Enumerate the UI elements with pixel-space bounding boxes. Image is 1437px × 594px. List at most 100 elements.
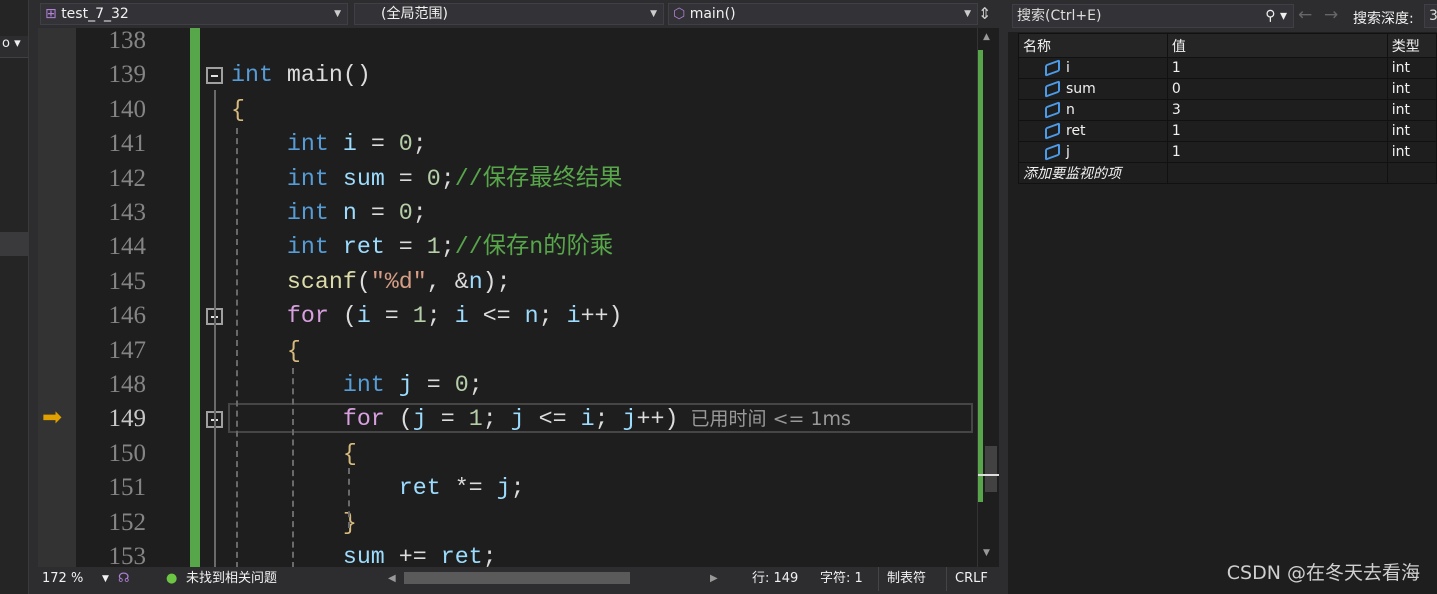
project-dropdown[interactable]: ⊞ test_7_32 ▼ xyxy=(40,3,348,25)
code-editor[interactable]: 138 139 int main() 140{141 int i = 0; 142 in… xyxy=(76,28,977,567)
code-token: int xyxy=(342,372,385,398)
watch-name[interactable]: sum xyxy=(1018,78,1168,100)
scope-dropdown[interactable]: (全局范围) ▼ xyxy=(354,3,664,25)
code-token: i xyxy=(580,406,595,433)
watch-row[interactable]: ret 1 int xyxy=(1018,120,1437,142)
code-token: for xyxy=(342,406,385,433)
code-token: = xyxy=(356,131,399,158)
code-token: ; xyxy=(538,303,567,330)
code-token: ; xyxy=(426,303,455,330)
watch-name[interactable]: i xyxy=(1018,57,1168,79)
column-value[interactable]: 值 xyxy=(1166,33,1388,58)
watch-value[interactable]: 3 xyxy=(1166,99,1388,121)
column-name[interactable]: 名称 xyxy=(1018,33,1168,58)
watch-toolbar: 搜索(Ctrl+E) ⚲ ▾ ← → 搜索深度: 3 xyxy=(1008,0,1437,32)
code-token: ; xyxy=(594,406,623,433)
code-line[interactable]: int ret = 1;//保存n的阶乘 xyxy=(231,230,613,264)
code-line[interactable]: int sum = 0;//保存最终结果 xyxy=(231,162,623,196)
code-line[interactable]: int n = 0; xyxy=(231,196,427,230)
left-selected-item[interactable] xyxy=(0,232,28,256)
variable-name: ret xyxy=(1066,123,1086,139)
change-tracking-bar xyxy=(190,28,200,567)
line-number: 150 xyxy=(108,439,147,467)
add-watch-row[interactable]: 添加要监视的项 xyxy=(1018,162,1437,184)
collapse-icon[interactable] xyxy=(206,67,223,85)
watch-row[interactable]: n 3 int xyxy=(1018,99,1437,121)
split-icon[interactable]: ⇕ xyxy=(978,4,991,23)
code-line[interactable]: { xyxy=(231,334,301,368)
scroll-up-icon[interactable]: ▲ xyxy=(983,32,990,42)
code-line[interactable]: { xyxy=(231,93,245,127)
watch-name[interactable]: j xyxy=(1018,141,1168,163)
watch-type: int xyxy=(1386,141,1437,163)
code-token: 0 xyxy=(398,131,413,158)
indent-mode[interactable]: 制表符 xyxy=(878,567,946,591)
line-number: 139 xyxy=(108,61,147,89)
panel-splitter[interactable] xyxy=(999,0,1008,594)
scroll-thumb[interactable] xyxy=(985,446,997,492)
add-watch-item[interactable]: 添加要监视的项 xyxy=(1018,162,1168,184)
watch-value[interactable]: 0 xyxy=(1166,78,1388,100)
forward-arrow-icon[interactable]: → xyxy=(1324,5,1338,25)
watch-name[interactable]: n xyxy=(1018,99,1168,121)
watch-type: int xyxy=(1386,78,1437,100)
code-token: ; xyxy=(412,200,427,226)
watch-name[interactable]: ret xyxy=(1018,120,1168,142)
line-number: 153 xyxy=(108,543,147,567)
code-token: = xyxy=(426,406,469,433)
watch-value[interactable]: 1 xyxy=(1166,141,1388,163)
line-ending[interactable]: CRLF xyxy=(946,567,988,591)
watch-row[interactable]: j 1 int xyxy=(1018,141,1437,163)
scroll-right-icon[interactable]: ▶ xyxy=(710,567,718,591)
watch-value[interactable]: 1 xyxy=(1166,57,1388,79)
vertical-scrollbar[interactable]: ▲ ▼ xyxy=(977,28,1000,567)
code-line[interactable]: for (j = 1; j <= i; j++) 已用时间 <= 1ms xyxy=(231,402,851,436)
code-token: i xyxy=(356,303,371,330)
zoom-level[interactable]: 172 % xyxy=(42,567,83,591)
code-line[interactable]: for (i = 1; i <= n; i++) xyxy=(231,299,623,333)
check-icon: ● xyxy=(166,571,178,586)
code-token: ; xyxy=(440,234,455,261)
watermark: CSDN @在冬天去看海 xyxy=(1226,562,1420,584)
code-token: <= xyxy=(524,406,581,433)
left-tool-dropdown[interactable]: o ▾ xyxy=(0,36,28,58)
back-arrow-icon[interactable]: ← xyxy=(1298,5,1312,25)
code-token: for xyxy=(286,303,329,330)
chevron-down-icon[interactable]: ▼ xyxy=(102,567,109,591)
watch-value[interactable]: 1 xyxy=(1166,120,1388,142)
cube-icon: ⬡ xyxy=(673,6,686,22)
code-line[interactable]: ret *= j; xyxy=(231,471,525,505)
variable-name: n xyxy=(1066,102,1075,118)
code-token: ( xyxy=(328,303,357,330)
code-line[interactable]: scanf("%d", &n); xyxy=(231,265,511,299)
code-line[interactable]: int i = 0; xyxy=(231,127,427,161)
watch-search-input[interactable]: 搜索(Ctrl+E) ⚲ ▾ xyxy=(1012,4,1294,28)
search-icon[interactable]: ⚲ ▾ xyxy=(1265,5,1287,27)
watch-row[interactable]: sum 0 int xyxy=(1018,78,1437,100)
watch-row[interactable]: i 1 int xyxy=(1018,57,1437,79)
code-token: <= xyxy=(468,303,525,330)
code-line[interactable]: int main() xyxy=(231,58,371,92)
code-token: j xyxy=(496,475,511,502)
horizontal-scroll-thumb[interactable] xyxy=(404,572,630,584)
code-token: = xyxy=(356,200,399,226)
search-depth-select[interactable]: 3 xyxy=(1424,4,1437,28)
line-number: 152 xyxy=(108,508,147,536)
code-line[interactable]: int j = 0; xyxy=(231,368,483,402)
line-number: 147 xyxy=(108,336,147,364)
code-token: = xyxy=(370,303,413,330)
copilot-icon[interactable]: ☊ xyxy=(118,567,130,591)
scroll-left-icon[interactable]: ◀ xyxy=(388,567,396,591)
line-number: 138 xyxy=(108,28,147,54)
column-type[interactable]: 类型 xyxy=(1386,33,1437,58)
function-dropdown[interactable]: ⬡ main() ▼ xyxy=(668,3,978,25)
scroll-down-icon[interactable]: ▼ xyxy=(983,548,990,558)
issues-status[interactable]: 未找到相关问题 xyxy=(186,567,277,591)
code-line[interactable]: sum += ret; xyxy=(231,540,497,567)
